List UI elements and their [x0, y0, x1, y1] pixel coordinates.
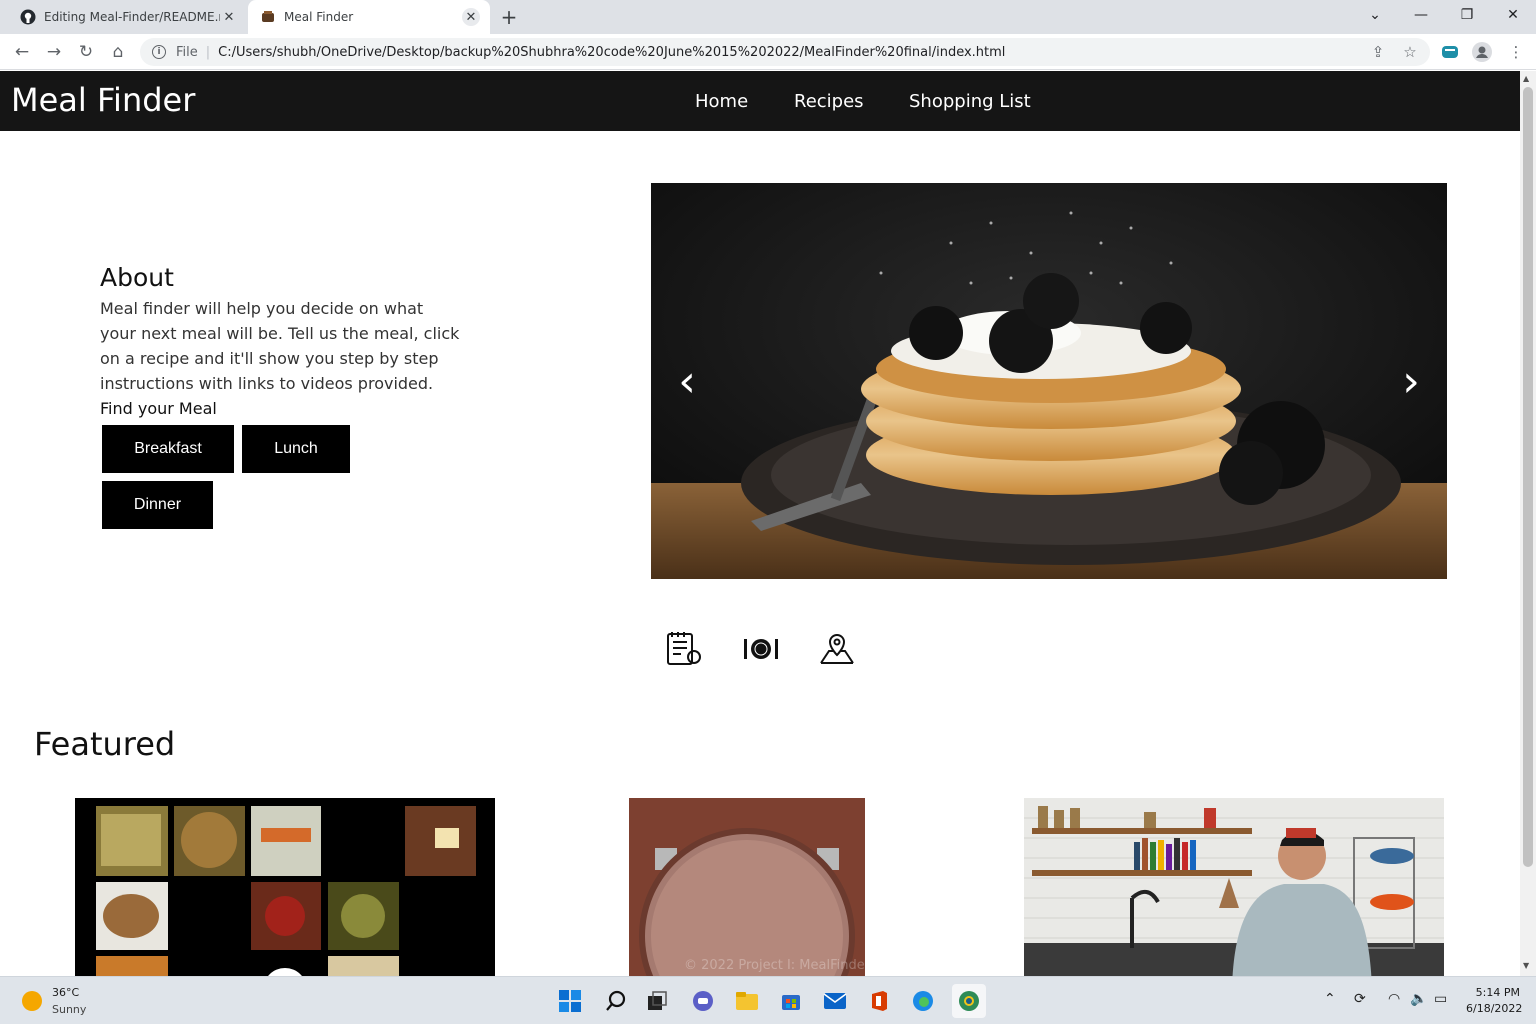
scrollbar-thumb[interactable] [1523, 87, 1533, 867]
kitchen-video-image [1024, 798, 1444, 976]
microsoft-store-icon[interactable] [777, 987, 805, 1015]
wifi-icon[interactable]: ◠ [1388, 991, 1400, 1007]
home-icon[interactable]: ⌂ [106, 40, 130, 64]
clock-date: 6/18/2022 [1466, 1002, 1523, 1015]
pan-video-image [629, 798, 865, 976]
extension-icon[interactable] [1438, 40, 1462, 64]
chrome-canary-icon[interactable] [952, 984, 986, 1018]
nav-home[interactable]: Home [695, 91, 748, 112]
page-scrollbar[interactable]: ▲ ▼ [1520, 71, 1536, 976]
page-viewport: Meal Finder Home Recipes Shopping List A… [0, 71, 1520, 976]
lunch-button[interactable]: Lunch [242, 425, 350, 473]
sun-weather-icon[interactable] [22, 991, 42, 1011]
pancake-image [651, 183, 1447, 579]
featured-card-collage[interactable] [75, 798, 495, 976]
weather-temperature[interactable]: 36°C [52, 986, 79, 999]
minimize-icon[interactable]: — [1398, 0, 1444, 30]
back-icon[interactable]: ← [10, 40, 34, 64]
about-section: About Meal finder will help you decide o… [100, 263, 460, 418]
carousel-prev-icon[interactable]: ‹ [667, 356, 707, 407]
site-navbar: Meal Finder Home Recipes Shopping List [0, 71, 1520, 131]
food-collage-image [96, 806, 476, 976]
browser-toolbar: ← → ↻ ⌂ i File | C:/Users/shubh/OneDrive… [0, 34, 1536, 70]
clock-time: 5:14 PM [1475, 986, 1520, 999]
url-scheme: File [176, 44, 198, 60]
os-taskbar: 36°C Sunny ⌃ ⟳ ◠ 🔈 ▭ 5:14 PM 6/18/2022 [0, 976, 1536, 1024]
plate-cutlery-icon [741, 629, 781, 669]
tab-meal-finder[interactable]: Meal Finder ✕ [248, 0, 490, 34]
info-icon[interactable]: i [152, 45, 166, 59]
weather-description[interactable]: Sunny [52, 1003, 86, 1016]
reload-icon[interactable]: ↻ [74, 40, 98, 64]
forward-icon[interactable]: → [42, 40, 66, 64]
divider: | [205, 44, 211, 60]
tab-readme[interactable]: Editing Meal-Finder/README.md ✕ [8, 0, 248, 34]
featured-title: Featured [34, 725, 176, 763]
office-icon[interactable] [865, 987, 893, 1015]
battery-icon[interactable]: ▭ [1434, 991, 1447, 1007]
taskbar-clock[interactable]: 5:14 PM 6/18/2022 [1466, 986, 1523, 1015]
sync-icon[interactable]: ⟳ [1354, 991, 1366, 1007]
nav-recipes[interactable]: Recipes [794, 91, 864, 112]
close-icon[interactable]: ✕ [220, 8, 238, 26]
browser-tab-strip: Editing Meal-Finder/README.md ✕ Meal Fin… [0, 0, 1536, 34]
tab-label: Editing Meal-Finder/README.md [44, 10, 220, 24]
scroll-down-icon[interactable]: ▼ [1523, 961, 1529, 970]
search-icon[interactable] [602, 987, 630, 1015]
recipe-notepad-icon [664, 629, 704, 669]
breakfast-button[interactable]: Breakfast [102, 425, 234, 473]
bookmark-star-icon[interactable]: ☆ [1398, 40, 1422, 64]
address-bar[interactable]: i File | C:/Users/shubh/OneDrive/Desktop… [140, 38, 1430, 66]
profile-avatar[interactable] [1470, 40, 1494, 64]
footer-copyright: © 2022 Project I: MealFinder [684, 958, 871, 973]
page-favicon [260, 9, 276, 25]
carousel-next-icon[interactable]: › [1391, 356, 1431, 407]
share-icon[interactable]: ⇪ [1366, 40, 1390, 64]
edge-browser-icon[interactable] [909, 987, 937, 1015]
windows-start-icon[interactable] [556, 987, 584, 1015]
url-text[interactable]: C:/Users/shubh/OneDrive/Desktop/backup%2… [218, 45, 1318, 60]
restore-icon[interactable]: ❐ [1444, 0, 1490, 30]
site-brand[interactable]: Meal Finder [11, 81, 195, 119]
nav-shopping-list[interactable]: Shopping List [909, 91, 1031, 112]
task-view-icon[interactable] [643, 987, 671, 1015]
close-icon[interactable]: ✕ [462, 8, 480, 26]
tab-label: Meal Finder [284, 10, 354, 24]
new-tab-icon[interactable]: + [498, 5, 520, 29]
about-text: Meal finder will help you decide on what… [100, 299, 460, 393]
find-meal-label: Find your Meal [100, 399, 217, 418]
featured-card-kitchen-video[interactable] [1024, 798, 1444, 976]
volume-icon[interactable]: 🔈 [1410, 991, 1427, 1007]
scroll-up-icon[interactable]: ▲ [1523, 74, 1529, 83]
file-explorer-icon[interactable] [733, 987, 761, 1015]
about-title: About [100, 263, 174, 292]
mail-icon[interactable] [821, 987, 849, 1015]
window-close-icon[interactable]: ✕ [1490, 0, 1536, 30]
tab-search-chevron-icon[interactable]: ⌄ [1352, 0, 1398, 30]
map-location-icon [817, 629, 857, 669]
github-icon [20, 9, 36, 25]
image-carousel: ‹ › [651, 183, 1447, 579]
menu-kebab-icon[interactable]: ⋮ [1504, 40, 1528, 64]
show-hidden-icons-chevron[interactable]: ⌃ [1324, 991, 1336, 1007]
teams-chat-icon[interactable] [689, 987, 717, 1015]
dinner-button[interactable]: Dinner [102, 481, 213, 529]
featured-card-pan[interactable] [629, 798, 865, 976]
